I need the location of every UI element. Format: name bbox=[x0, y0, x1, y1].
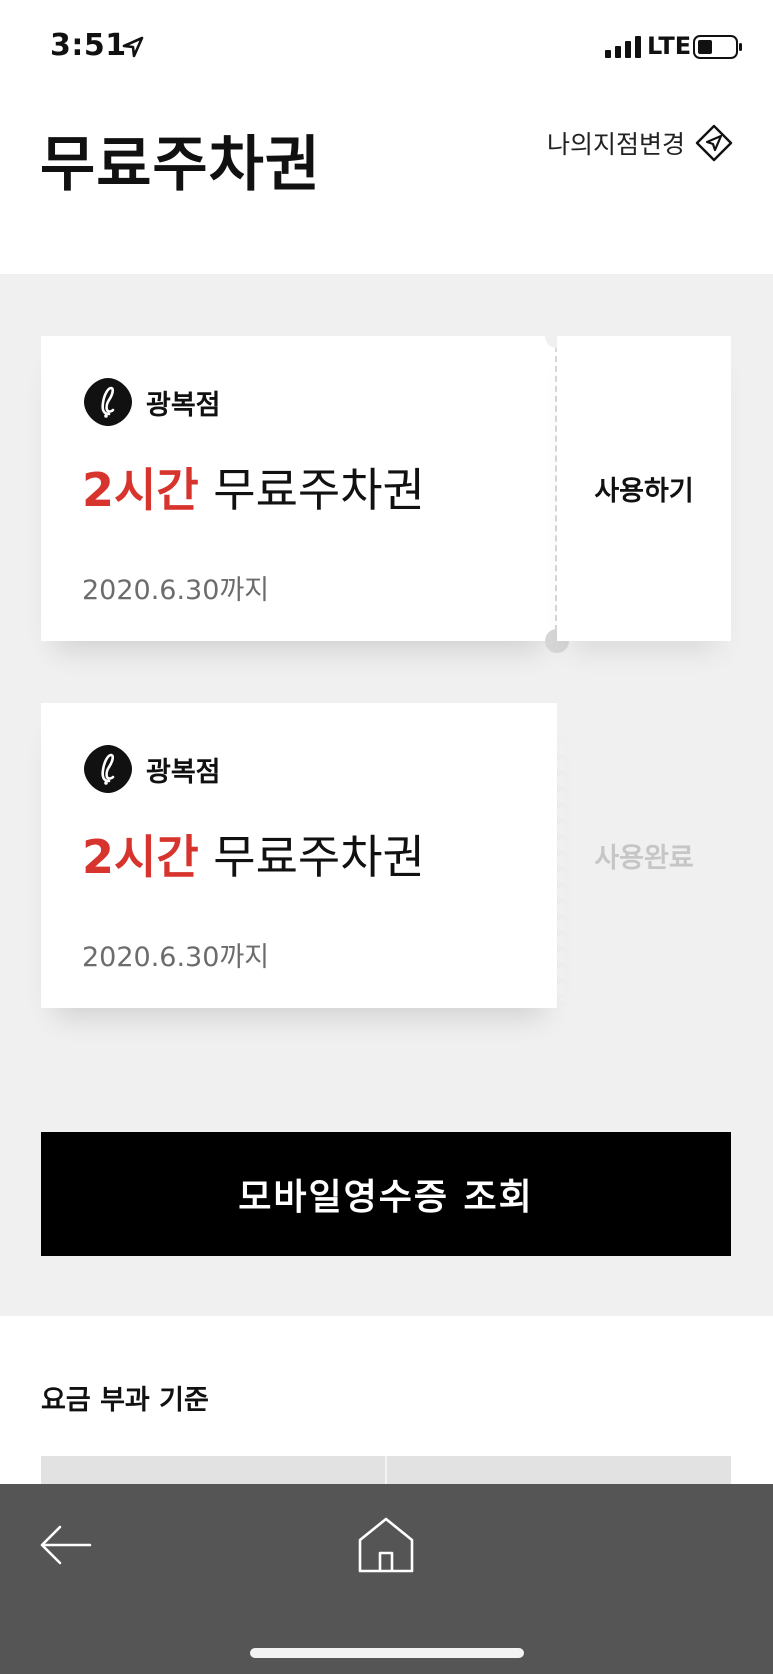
coupon-card: 광복점 2시간 무료주차권 2020.6.30까지 사용완료 bbox=[41, 703, 731, 1008]
bottom-toolbar bbox=[0, 1484, 773, 1674]
coupon-type: 무료주차권 bbox=[213, 463, 425, 517]
arrow-left-icon[interactable] bbox=[38, 1520, 94, 1570]
coupon-title: 2시간 무료주차권 bbox=[82, 454, 425, 520]
change-branch-button[interactable]: 나의지점변경 bbox=[547, 124, 733, 162]
change-branch-label: 나의지점변경 bbox=[546, 130, 685, 159]
fee-section: 요금 부과 기준 bbox=[0, 1316, 773, 1484]
network-type: LTE bbox=[647, 32, 692, 60]
fee-table-header-cell bbox=[385, 1456, 731, 1484]
page-title: 무료주차권 bbox=[40, 130, 321, 200]
used-coupon-status: 사용완료 bbox=[557, 703, 731, 1008]
fee-table-header-cell bbox=[41, 1456, 385, 1484]
coupon-hours: 2시간 bbox=[82, 830, 199, 884]
navigation-icon bbox=[695, 124, 733, 162]
lotte-logo-icon bbox=[84, 378, 132, 426]
coupon-card: 광복점 2시간 무료주차권 2020.6.30까지 사용하기 bbox=[41, 324, 731, 653]
lotte-logo-icon bbox=[84, 745, 132, 793]
coupon-type: 무료주차권 bbox=[213, 830, 425, 884]
coupon-body: 광복점 2시간 무료주차권 2020.6.30까지 bbox=[41, 336, 557, 641]
branch-name: 광복점 bbox=[146, 756, 221, 788]
branch-name: 광복점 bbox=[146, 389, 221, 421]
signal-icon bbox=[605, 36, 641, 58]
header: 무료주차권 나의지점변경 bbox=[0, 96, 773, 274]
coupon-expiry: 2020.6.30까지 bbox=[82, 942, 270, 973]
use-coupon-label: 사용하기 bbox=[594, 476, 694, 507]
fee-table bbox=[41, 1456, 731, 1484]
mobile-receipt-button[interactable]: 모바일영수증 조회 bbox=[41, 1132, 731, 1256]
app-screen: 3:51 LTE 무료주차권 나의지점변경 광복점 2시간 무료주차권 2020… bbox=[0, 0, 773, 1674]
coupon-title: 2시간 무료주차권 bbox=[82, 821, 425, 887]
brand-row: 광복점 bbox=[82, 376, 221, 428]
status-bar: 3:51 LTE bbox=[0, 0, 773, 96]
location-arrow-icon bbox=[122, 36, 144, 58]
coupon-body: 광복점 2시간 무료주차권 2020.6.30까지 bbox=[41, 703, 557, 1008]
coupon-section: 광복점 2시간 무료주차권 2020.6.30까지 사용하기 광복점 2시간 무… bbox=[0, 274, 773, 1316]
fee-section-title: 요금 부과 기준 bbox=[41, 1385, 209, 1416]
coupon-hours: 2시간 bbox=[82, 463, 199, 517]
coupon-expiry: 2020.6.30까지 bbox=[82, 575, 270, 606]
brand-row: 광복점 bbox=[82, 743, 221, 795]
home-icon[interactable] bbox=[356, 1516, 416, 1574]
use-coupon-button[interactable]: 사용하기 bbox=[557, 336, 731, 641]
used-coupon-label: 사용완료 bbox=[594, 843, 694, 874]
status-time: 3:51 bbox=[50, 28, 127, 63]
home-indicator[interactable] bbox=[250, 1648, 524, 1658]
battery-icon bbox=[693, 35, 742, 59]
